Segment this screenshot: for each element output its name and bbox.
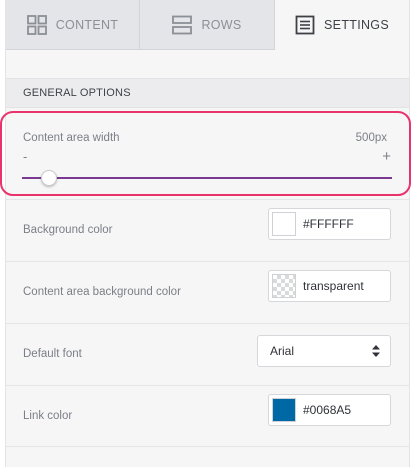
tab-content-label: CONTENT	[55, 17, 119, 32]
default-font-row: Default font Arial	[6, 324, 409, 386]
link-color-value: #0068A5	[303, 403, 352, 417]
link-color-swatch	[272, 398, 296, 422]
content-area-background-row: Content area background color transparen…	[6, 262, 409, 324]
link-color-picker[interactable]: #0068A5	[268, 394, 391, 426]
content-width-slider-thumb[interactable]	[40, 170, 57, 186]
link-color-row: Link color #0068A5	[6, 386, 409, 447]
background-color-swatch	[272, 212, 296, 236]
tab-settings[interactable]: SETTINGS	[275, 0, 409, 50]
content-width-row: Content area width 500px - +	[6, 108, 409, 200]
background-color-label: Background color	[23, 224, 113, 236]
select-arrows-icon	[372, 345, 380, 357]
tab-rows-label: ROWS	[201, 17, 242, 32]
tab-settings-label: SETTINGS	[324, 18, 389, 32]
slider-decrease-button[interactable]: -	[23, 149, 27, 164]
rows-icon	[172, 15, 193, 35]
background-color-row: Background color #FFFFFF	[6, 200, 409, 262]
content-width-slider-track[interactable]	[22, 177, 392, 179]
content-area-background-label: Content area background color	[23, 286, 181, 298]
section-header-general-options: GENERAL OPTIONS	[6, 78, 409, 108]
tab-content[interactable]: CONTENT	[6, 0, 140, 50]
tab-bar: CONTENT ROWS SETTINGS	[6, 0, 409, 50]
default-font-label: Default font	[23, 348, 82, 360]
content-width-value: 500px	[355, 132, 387, 144]
default-font-select[interactable]: Arial	[257, 335, 391, 367]
background-color-picker[interactable]: #FFFFFF	[268, 208, 391, 240]
transparent-swatch	[272, 274, 296, 298]
link-color-label: Link color	[23, 410, 73, 422]
content-area-background-picker[interactable]: transparent	[268, 270, 391, 302]
default-font-value: Arial	[270, 344, 295, 358]
grid-icon	[26, 14, 47, 35]
content-width-label: Content area width	[23, 132, 120, 144]
settings-panel: CONTENT ROWS SETTINGS GENERAL OPTIONS Co…	[0, 0, 411, 467]
slider-increase-button[interactable]: +	[382, 148, 391, 165]
settings-icon	[295, 15, 315, 35]
tab-rows[interactable]: ROWS	[140, 0, 275, 50]
background-color-value: #FFFFFF	[303, 217, 354, 231]
content-area-background-value: transparent	[303, 279, 364, 293]
section-title: GENERAL OPTIONS	[23, 87, 131, 99]
